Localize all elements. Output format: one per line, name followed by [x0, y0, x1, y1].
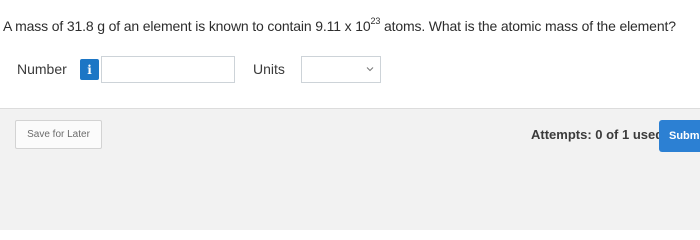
- question-panel: A mass of 31.8 g of an element is known …: [0, 0, 700, 109]
- question-text: A mass of 31.8 g of an element is known …: [3, 17, 676, 35]
- info-button[interactable]: i: [80, 59, 99, 80]
- question-times-sign: x: [344, 18, 352, 34]
- units-select[interactable]: [301, 56, 381, 83]
- question-mass-unit: g: [97, 18, 105, 34]
- question-count-coefficient: 9.11: [315, 18, 341, 34]
- number-label: Number: [17, 61, 67, 77]
- submit-button[interactable]: Submi: [659, 120, 700, 152]
- question-text-end: atoms. What is the atomic mass of the el…: [380, 18, 676, 34]
- info-icon: i: [87, 62, 92, 77]
- question-count-base: 10: [355, 18, 371, 34]
- units-label: Units: [253, 61, 285, 77]
- question-page: A mass of 31.8 g of an element is known …: [0, 0, 700, 230]
- question-text-start: A mass of: [3, 18, 67, 34]
- attempts-status: Attempts: 0 of 1 used: [531, 127, 664, 142]
- question-mass-value: 31.8: [66, 18, 94, 34]
- number-input[interactable]: [101, 56, 235, 83]
- save-for-later-button[interactable]: Save for Later: [15, 120, 102, 149]
- chevron-down-icon: [366, 67, 374, 72]
- question-text-middle: of an element is known to contain: [104, 18, 316, 34]
- question-count-exponent: 23: [370, 16, 381, 27]
